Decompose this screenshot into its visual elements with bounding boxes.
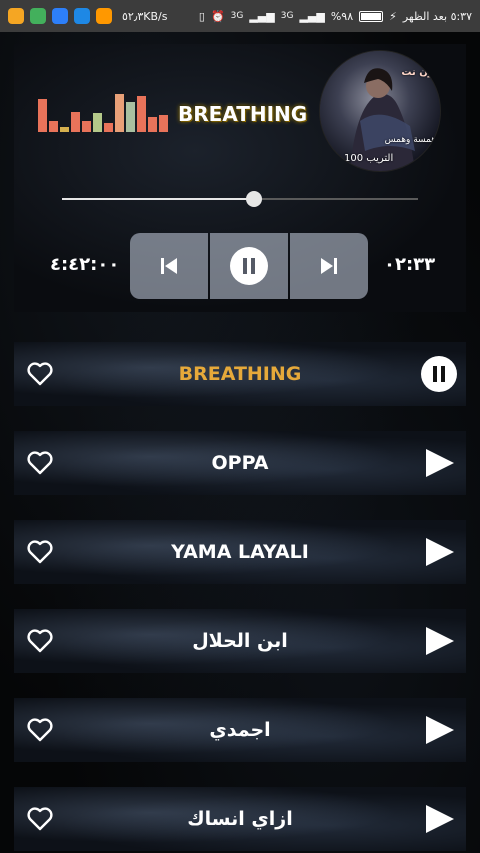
track-row[interactable]: ازاي انساك [14, 787, 466, 851]
track-row[interactable]: ابن الحلال [14, 609, 466, 673]
heart-icon[interactable] [26, 449, 54, 477]
equalizer-bar [159, 115, 168, 132]
heart-icon[interactable] [26, 805, 54, 833]
facebook-notification-icon [52, 8, 68, 24]
pause-icon[interactable] [420, 355, 458, 393]
cover-text-bottom: التريب 100 [344, 153, 394, 164]
equalizer-visualizer [38, 90, 168, 132]
play-icon[interactable] [424, 536, 456, 568]
heart-icon[interactable] [26, 627, 54, 655]
player-panel: BREATHING ون نت همسة وهمس التريب 100 ٤:٤… [14, 44, 466, 312]
battery-icon [359, 10, 384, 22]
signal-icon-2: ▂▄▆ [299, 9, 325, 23]
play-icon[interactable] [424, 447, 456, 479]
equalizer-bar [71, 112, 80, 132]
equalizer-bar [60, 127, 69, 132]
play-icon[interactable] [424, 714, 456, 746]
skip-previous-icon [161, 258, 177, 274]
equalizer-bar [115, 94, 124, 132]
seek-bar[interactable] [62, 191, 418, 207]
network-type-label-2: 3G [280, 11, 294, 21]
seek-thumb[interactable] [246, 191, 263, 207]
network-type-label: 3G [230, 11, 244, 21]
skip-next-icon [321, 258, 337, 274]
equalizer-bar [104, 123, 113, 132]
track-title: BREATHING [178, 363, 302, 385]
playback-controls [130, 233, 368, 299]
pause-icon [230, 247, 268, 285]
seek-progress [62, 198, 255, 200]
equalizer-bar [38, 99, 47, 132]
equalizer-bar [49, 121, 58, 132]
duration-time: ٤:٤٢:٠٠ [50, 254, 120, 275]
heart-icon[interactable] [26, 716, 54, 744]
clock: ٥:٣٧ بعد الظهر [402, 9, 472, 23]
cover-text-middle: همسة وهمس [384, 135, 436, 145]
track-row[interactable]: YAMA LAYALI [14, 520, 466, 584]
track-title: YAMA LAYALI [171, 541, 309, 563]
play-icon[interactable] [424, 803, 456, 835]
heart-icon[interactable] [26, 538, 54, 566]
track-title: اجمدي [209, 719, 271, 741]
album-cover: ون نت همسة وهمس التريب 100 [319, 50, 441, 172]
alarm-icon: ⏰ [210, 9, 225, 23]
play-icon[interactable] [424, 625, 456, 657]
gallery-notification-icon [30, 8, 46, 24]
heart-icon[interactable] [26, 360, 54, 388]
track-row[interactable]: OPPA [14, 431, 466, 495]
vibrate-icon: ▯ [198, 9, 205, 23]
status-right: ▯ ⏰ 3G ▂▄▆ 3G ▂▄▆ %٩٨ ⚡ ٥:٣٧ بعد الظهر [199, 10, 472, 23]
signal-icon: ▂▄▆ [249, 9, 275, 23]
message-notification-icon [96, 8, 112, 24]
network-speed: ٥٢٫٣KB/s [122, 9, 168, 23]
equalizer-bar [93, 113, 102, 132]
messenger-notification-icon [74, 8, 90, 24]
status-bar: ٥٢٫٣KB/s ▯ ⏰ 3G ▂▄▆ 3G ▂▄▆ %٩٨ ⚡ ٥:٣٧ بع… [0, 0, 480, 32]
app-notification-icon [8, 8, 24, 24]
equalizer-bar [148, 117, 157, 132]
track-row[interactable]: BREATHING [14, 342, 466, 406]
status-apps: ٥٢٫٣KB/s [8, 8, 168, 24]
play-pause-button[interactable] [210, 233, 288, 299]
equalizer-bar [126, 102, 135, 132]
track-title: ازاي انساك [187, 808, 293, 830]
charging-icon: ⚡ [389, 9, 397, 23]
previous-button[interactable] [130, 233, 208, 299]
track-row[interactable]: اجمدي [14, 698, 466, 762]
track-title: ابن الحلال [192, 630, 288, 652]
equalizer-bar [82, 121, 91, 132]
cover-text-top: ون نت [401, 67, 434, 78]
battery-percent: %٩٨ [330, 9, 354, 23]
now-playing-title: BREATHING [178, 102, 308, 126]
equalizer-bar [137, 96, 146, 132]
elapsed-time: ٠٢:٣٣ [384, 254, 436, 275]
track-title: OPPA [211, 452, 269, 474]
next-button[interactable] [290, 233, 368, 299]
